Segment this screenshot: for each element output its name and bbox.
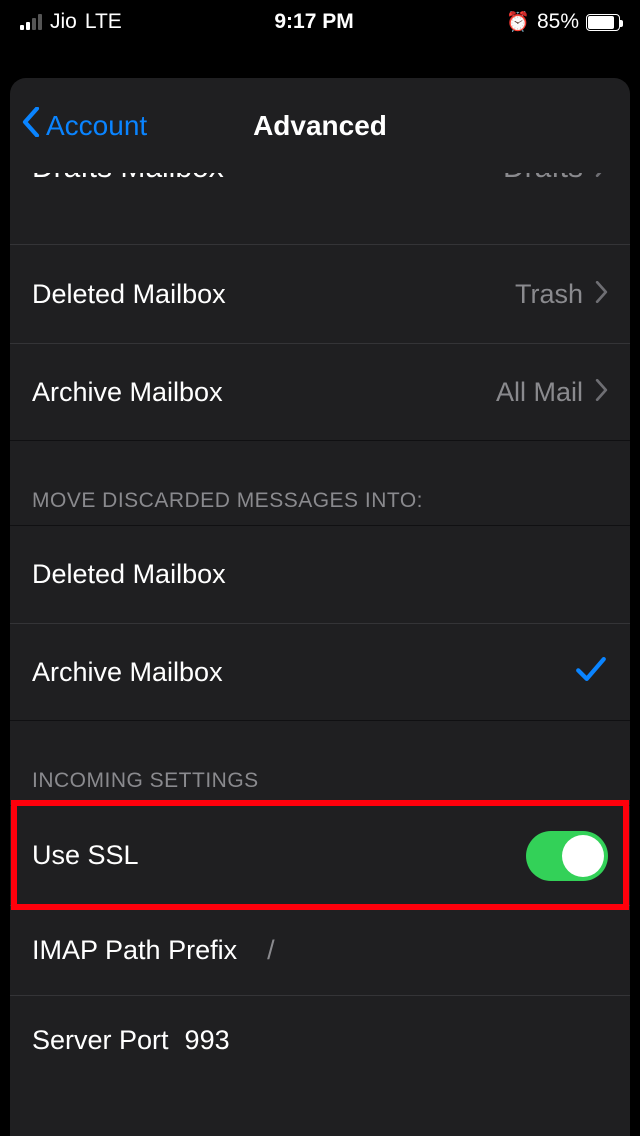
carrier-label: Jio — [50, 10, 77, 34]
back-label: Account — [46, 110, 147, 142]
row-server-port[interactable]: Server Port 993 — [10, 995, 630, 1085]
chevron-right-icon — [595, 377, 608, 408]
row-value: Drafts — [503, 173, 583, 185]
row-value: All Mail — [496, 377, 583, 408]
back-button[interactable]: Account — [10, 107, 147, 144]
status-right: ⏰ 85% — [506, 10, 620, 34]
row-archive-mailbox[interactable]: Archive Mailbox All Mail — [10, 343, 630, 441]
row-use-ssl[interactable]: Use SSL — [10, 805, 630, 905]
row-value: 993 — [185, 1025, 230, 1056]
row-label: Server Port — [32, 1025, 169, 1056]
row-label: Archive Mailbox — [32, 657, 223, 688]
clock-label: 9:17 PM — [274, 10, 353, 34]
section-header-discarded: MOVE DISCARDED MESSAGES INTO: — [10, 441, 630, 525]
row-deleted-mailbox[interactable]: Deleted Mailbox Trash — [10, 245, 630, 343]
content: Drafts Mailbox Drafts Deleted Mailbox Tr… — [10, 173, 630, 1136]
chevron-right-icon — [595, 279, 608, 310]
row-discarded-deleted[interactable]: Deleted Mailbox — [10, 525, 630, 623]
chevron-left-icon — [22, 107, 40, 144]
row-label: Archive Mailbox — [32, 377, 223, 408]
status-bar: Jio LTE 9:17 PM ⏰ 85% — [0, 0, 640, 44]
section-header-incoming: INCOMING SETTINGS — [10, 721, 630, 805]
chevron-right-icon — [595, 173, 608, 185]
row-value: / — [267, 935, 275, 966]
status-left: Jio LTE — [20, 10, 122, 34]
battery-icon — [586, 14, 620, 31]
network-label: LTE — [85, 10, 122, 34]
settings-panel: Account Advanced Drafts Mailbox Drafts D… — [10, 78, 630, 1136]
row-label: Drafts Mailbox — [32, 173, 224, 185]
row-value: Trash — [515, 279, 583, 310]
ssl-toggle[interactable] — [526, 831, 608, 881]
checkmark-icon — [574, 652, 608, 693]
alarm-icon: ⏰ — [506, 10, 530, 34]
row-label: Deleted Mailbox — [32, 559, 226, 590]
row-label: Use SSL — [32, 840, 139, 871]
row-discarded-archive[interactable]: Archive Mailbox — [10, 623, 630, 721]
toggle-knob — [562, 835, 604, 877]
signal-icon — [20, 14, 42, 30]
row-label: IMAP Path Prefix — [32, 935, 237, 966]
row-drafts-mailbox[interactable]: Drafts Mailbox Drafts — [10, 173, 630, 245]
row-label: Deleted Mailbox — [32, 279, 226, 310]
battery-pct: 85% — [537, 10, 579, 34]
nav-bar: Account Advanced — [10, 78, 630, 173]
row-imap-prefix[interactable]: IMAP Path Prefix / — [10, 905, 630, 995]
